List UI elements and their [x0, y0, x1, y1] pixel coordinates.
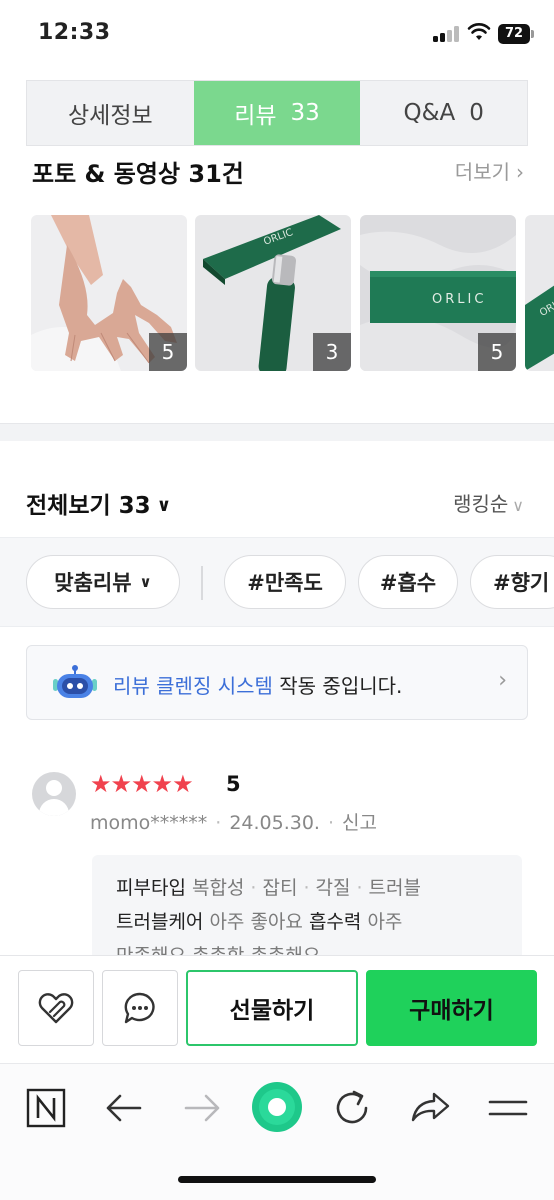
wishlist-button[interactable]	[18, 970, 94, 1046]
attr-value: 복합성	[191, 877, 245, 899]
photo-count-badge: 5	[149, 333, 187, 371]
hamburger-icon[interactable]	[486, 1086, 530, 1130]
chip-label: #흡수	[379, 571, 437, 595]
photo-section-header: 포토 & 동영상 31건 더보기 ›	[32, 150, 532, 196]
photo-more-link[interactable]: 더보기 ›	[455, 156, 524, 185]
tag-chip[interactable]: #만족도	[224, 555, 346, 609]
gift-button-label: 선물하기	[229, 998, 315, 1024]
review-filter-dropdown[interactable]: 전체보기 33 ∨	[26, 486, 171, 520]
attr-value: 잡티	[262, 877, 298, 899]
chevron-down-icon: ∨	[512, 496, 524, 515]
chevron-right-icon: ›	[498, 668, 507, 693]
product-photo-partial: ORLI	[525, 215, 554, 371]
sort-dropdown[interactable]: 랭킹순 ∨	[453, 488, 524, 517]
refresh-icon[interactable]	[330, 1086, 374, 1130]
chip-label: #만족도	[247, 571, 323, 595]
home-indicator	[178, 1176, 376, 1183]
attr-value: 아주	[367, 911, 403, 933]
chevron-down-icon: ∨	[139, 573, 152, 591]
attr-value: 각질	[315, 877, 351, 899]
custom-review-chip[interactable]: 맞춤리뷰 ∨	[26, 555, 180, 609]
dot-separator: ·	[215, 812, 222, 834]
review-cleansing-banner[interactable]: 리뷰 클렌징 시스템 작동 중입니다. ›	[26, 645, 528, 720]
attr-line-care: 트러블케어 아주 좋아요 흡수력 아주	[116, 907, 402, 934]
purchase-action-bar: 선물하기 구매하기	[0, 955, 554, 1063]
photo-thumbnail[interactable]: ORLIC 5	[360, 215, 516, 371]
attr-key: 흡수력	[308, 911, 362, 933]
photo-thumbnails: 5 ORLIC 3 ORLIC 5 ORLI	[31, 215, 554, 372]
chip-separator	[201, 566, 203, 600]
arrow-right-icon[interactable]	[180, 1086, 224, 1130]
review-date: 24.05.30.	[229, 812, 320, 834]
n-logo-icon[interactable]	[24, 1086, 68, 1130]
tab-detail-info[interactable]: 상세정보	[27, 81, 194, 145]
buy-button[interactable]: 구매하기	[366, 970, 537, 1046]
arrow-left-icon[interactable]	[102, 1086, 146, 1130]
tab-reviews[interactable]: 리뷰 33	[193, 81, 361, 145]
banner-text: 리뷰 클렌징 시스템 작동 중입니다.	[113, 670, 402, 699]
banner-rest: 작동 중입니다.	[272, 674, 403, 698]
tab-count: 33	[290, 100, 320, 126]
tab-label: 상세정보	[68, 103, 153, 129]
star-rating: ★★★★★	[90, 770, 194, 798]
status-bar: 12:33 72	[0, 0, 554, 70]
photo-thumbnail[interactable]: ORLI	[525, 215, 554, 371]
review-list-title: 전체보기 33	[26, 493, 151, 519]
gift-button[interactable]: 선물하기	[186, 970, 358, 1046]
photo-count-badge: 3	[313, 333, 351, 371]
avatar	[32, 772, 76, 816]
wifi-icon	[467, 23, 491, 40]
attr-key: 트러블케어	[116, 911, 204, 933]
tab-label: 리뷰	[234, 103, 277, 129]
robot-icon	[53, 665, 97, 698]
tag-chip[interactable]: #향기	[470, 555, 554, 609]
green-ring-icon[interactable]	[250, 1080, 304, 1134]
photo-thumbnail[interactable]: ORLIC 3	[195, 215, 351, 371]
attr-value: 트러블	[368, 877, 421, 899]
photo-count-badge: 5	[478, 333, 516, 371]
photo-thumbnail[interactable]: 5	[31, 215, 187, 371]
chip-label: #향기	[493, 571, 550, 595]
banner-highlight: 리뷰 클렌징 시스템	[113, 674, 273, 698]
chat-button[interactable]	[102, 970, 178, 1046]
product-tabs: 상세정보 리뷰 33 Q&A 0	[26, 80, 528, 146]
section-divider	[0, 423, 554, 441]
status-time: 12:33	[38, 20, 111, 45]
sort-label: 랭킹순	[453, 492, 509, 516]
chip-label: 맞춤리뷰	[54, 571, 132, 595]
svg-text:ORLIC: ORLIC	[432, 292, 486, 307]
battery-indicator: 72	[498, 24, 534, 44]
share-icon[interactable]	[408, 1086, 452, 1130]
tab-count: 0	[469, 100, 484, 126]
attr-line-skin-type: 피부타입 복합성 · 잡티 · 각질 · 트러블	[116, 873, 421, 900]
dot-separator: ·	[327, 812, 335, 834]
tag-chip[interactable]: #흡수	[358, 555, 458, 609]
dot-separator: ·	[356, 877, 363, 899]
reviewer-name: momo******	[90, 812, 208, 834]
rating-score: 5	[226, 772, 241, 796]
chevron-down-icon: ∨	[156, 495, 172, 516]
dot-separator: ·	[250, 877, 257, 899]
chat-bubble-icon	[124, 992, 155, 1024]
review-meta: momo****** · 24.05.30. · 신고	[90, 808, 377, 835]
review-list-header: 전체보기 33 ∨ 랭킹순 ∨	[26, 482, 526, 522]
review-attributes: 피부타입 복합성·잡티·각질·트러블 트러블케어 아주 좋아요 흡수력 아주 만…	[92, 855, 522, 965]
photo-section-title: 포토 & 동영상 31건	[32, 160, 244, 188]
buy-button-label: 구매하기	[409, 998, 494, 1024]
report-link[interactable]: 신고	[342, 812, 377, 834]
cellular-signal-icon	[433, 26, 461, 42]
tab-label: Q&A	[403, 100, 456, 126]
filter-chip-bar: 맞춤리뷰 ∨ #만족도 #흡수 #향기	[0, 537, 554, 627]
more-label: 더보기	[454, 160, 510, 184]
attr-key: 피부타입	[116, 877, 186, 899]
dot-separator: ·	[303, 877, 310, 899]
tab-qna[interactable]: Q&A 0	[360, 81, 527, 145]
chevron-right-icon: ›	[516, 160, 524, 184]
attr-value: 아주 좋아요	[209, 911, 303, 933]
heart-clip-icon	[38, 993, 74, 1024]
